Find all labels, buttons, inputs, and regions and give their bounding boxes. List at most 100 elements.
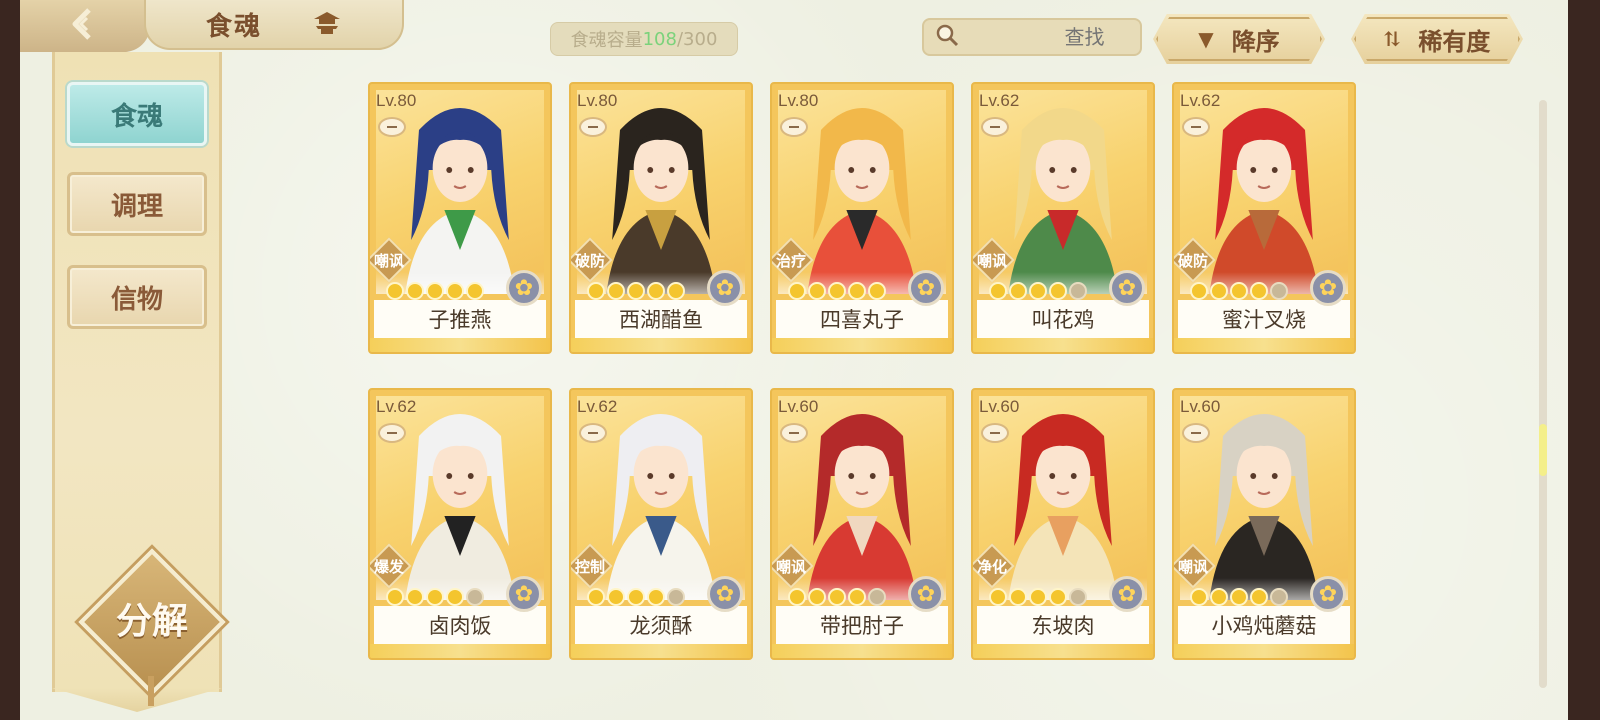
level-label: Lv.62 [979, 91, 1020, 110]
back-button[interactable] [20, 0, 150, 52]
level-label: Lv.80 [778, 91, 819, 110]
star-filled-icon [1029, 588, 1047, 606]
star-rating [989, 588, 1087, 606]
role-badge: 嘲讽 [772, 543, 814, 589]
food-soul-card[interactable]: Lv.80 嘲讽 ✿ 子推燕 [368, 82, 552, 354]
star-filled-icon [788, 588, 806, 606]
scrollbar-thumb[interactable] [1539, 424, 1547, 476]
star-filled-icon [868, 282, 886, 300]
star-filled-icon [1049, 588, 1067, 606]
food-soul-name: 四喜丸子 [820, 308, 904, 332]
sort-order-button[interactable]: ▼ 降序 [1153, 14, 1325, 64]
bowl-icon [780, 117, 808, 137]
star-filled-icon [989, 588, 1007, 606]
tab-food-souls-label: 食魂 [110, 101, 163, 132]
triangle-down-icon: ▼ [1198, 27, 1214, 51]
star-filled-icon [406, 282, 424, 300]
food-soul-card[interactable]: Lv.62 嘲讽 ✿ 叫花鸡 [971, 82, 1155, 354]
bowl-icon [378, 117, 406, 137]
card-footer [973, 338, 1153, 352]
star-filled-icon [1210, 282, 1228, 300]
tab-keepsakes-label: 信物 [110, 284, 163, 315]
role-label: 破防 [574, 251, 605, 270]
star-filled-icon [607, 282, 625, 300]
star-filled-icon [426, 588, 444, 606]
level-label: Lv.80 [376, 91, 417, 110]
food-soul-name: 子推燕 [428, 308, 492, 332]
food-soul-name: 小鸡炖蘑菇 [1211, 614, 1317, 638]
card-footer [772, 644, 952, 658]
role-label: 控制 [574, 557, 605, 576]
rarity-sort-button[interactable]: ⇅ 稀有度 [1351, 14, 1523, 64]
capacity-max: /300 [676, 28, 718, 50]
rarity-flower-icon: ✿ [1109, 270, 1145, 306]
star-filled-icon [848, 282, 866, 300]
tab-conditioning[interactable]: 调理 [67, 172, 207, 236]
food-soul-card[interactable]: Lv.62 控制 ✿ 龙须酥 [569, 388, 753, 660]
bowl-icon [1182, 423, 1210, 443]
tassel-ornament [148, 676, 154, 706]
star-filled-icon [667, 282, 685, 300]
search-box[interactable]: ✕ [922, 18, 1229, 56]
star-filled-icon [1250, 588, 1268, 606]
food-soul-card[interactable]: Lv.62 爆发 ✿ 卤肉饭 [368, 388, 552, 660]
food-soul-name: 西湖醋鱼 [619, 308, 703, 332]
card-footer [1174, 338, 1354, 352]
food-soul-card[interactable]: Lv.80 破防 ✿ 西湖醋鱼 [569, 82, 753, 354]
role-badge: 控制 [571, 543, 613, 589]
role-badge: 嘲讽 [973, 237, 1015, 283]
star-rating [788, 588, 886, 606]
role-label: 破防 [1177, 251, 1208, 270]
star-filled-icon [1009, 588, 1027, 606]
title-plate: 食魂 [144, 0, 404, 50]
role-label: 治疗 [775, 251, 806, 270]
star-filled-icon [808, 282, 826, 300]
pagoda-icon[interactable] [312, 9, 342, 39]
food-soul-card[interactable]: Lv.60 净化 ✿ 东坡肉 [971, 388, 1155, 660]
star-filled-icon [1230, 588, 1248, 606]
star-filled-icon [828, 588, 846, 606]
role-label: 净化 [976, 557, 1007, 576]
level-label: Lv.60 [979, 397, 1020, 416]
star-filled-icon [828, 282, 846, 300]
rarity-sort-label: 稀有度 [1418, 26, 1491, 56]
star-filled-icon [1049, 282, 1067, 300]
role-label: 爆发 [373, 557, 404, 576]
level-label: Lv.80 [577, 91, 618, 110]
page-title: 食魂 [206, 11, 263, 42]
food-soul-card[interactable]: Lv.80 治疗 ✿ 四喜丸子 [770, 82, 954, 354]
level-label: Lv.62 [577, 397, 618, 416]
star-filled-icon [1190, 588, 1208, 606]
level-label: Lv.62 [1180, 91, 1221, 110]
food-soul-name: 叫花鸡 [1031, 308, 1095, 332]
food-soul-card[interactable]: Lv.60 嘲讽 ✿ 带把肘子 [770, 388, 954, 660]
card-footer [370, 338, 550, 352]
star-filled-icon [446, 282, 464, 300]
card-footer [772, 338, 952, 352]
food-soul-card[interactable]: Lv.60 嘲讽 ✿ 小鸡炖蘑菇 [1172, 388, 1356, 660]
star-empty-icon [1270, 282, 1288, 300]
level-label: Lv.60 [778, 397, 819, 416]
capacity-label: 食魂容量 [570, 30, 643, 51]
bowl-icon [1182, 117, 1210, 137]
star-filled-icon [1009, 282, 1027, 300]
star-filled-icon [1250, 282, 1268, 300]
tab-keepsakes[interactable]: 信物 [67, 265, 207, 329]
bowl-icon [780, 423, 808, 443]
food-soul-card[interactable]: Lv.62 破防 ✿ 蜜汁叉烧 [1172, 82, 1356, 354]
star-filled-icon [808, 588, 826, 606]
food-soul-name: 蜜汁叉烧 [1222, 308, 1306, 332]
star-rating [587, 588, 685, 606]
rarity-flower-icon: ✿ [1310, 270, 1346, 306]
food-soul-name: 东坡肉 [1031, 614, 1095, 638]
star-rating [788, 282, 886, 300]
card-footer [1174, 644, 1354, 658]
scrollbar-track[interactable] [1539, 100, 1547, 688]
star-rating [386, 588, 484, 606]
rarity-flower-icon: ✿ [707, 576, 743, 612]
card-footer [370, 644, 550, 658]
tab-food-souls[interactable]: 食魂 [67, 82, 207, 146]
star-filled-icon [627, 282, 645, 300]
rarity-flower-icon: ✿ [1109, 576, 1145, 612]
bowl-icon [579, 423, 607, 443]
